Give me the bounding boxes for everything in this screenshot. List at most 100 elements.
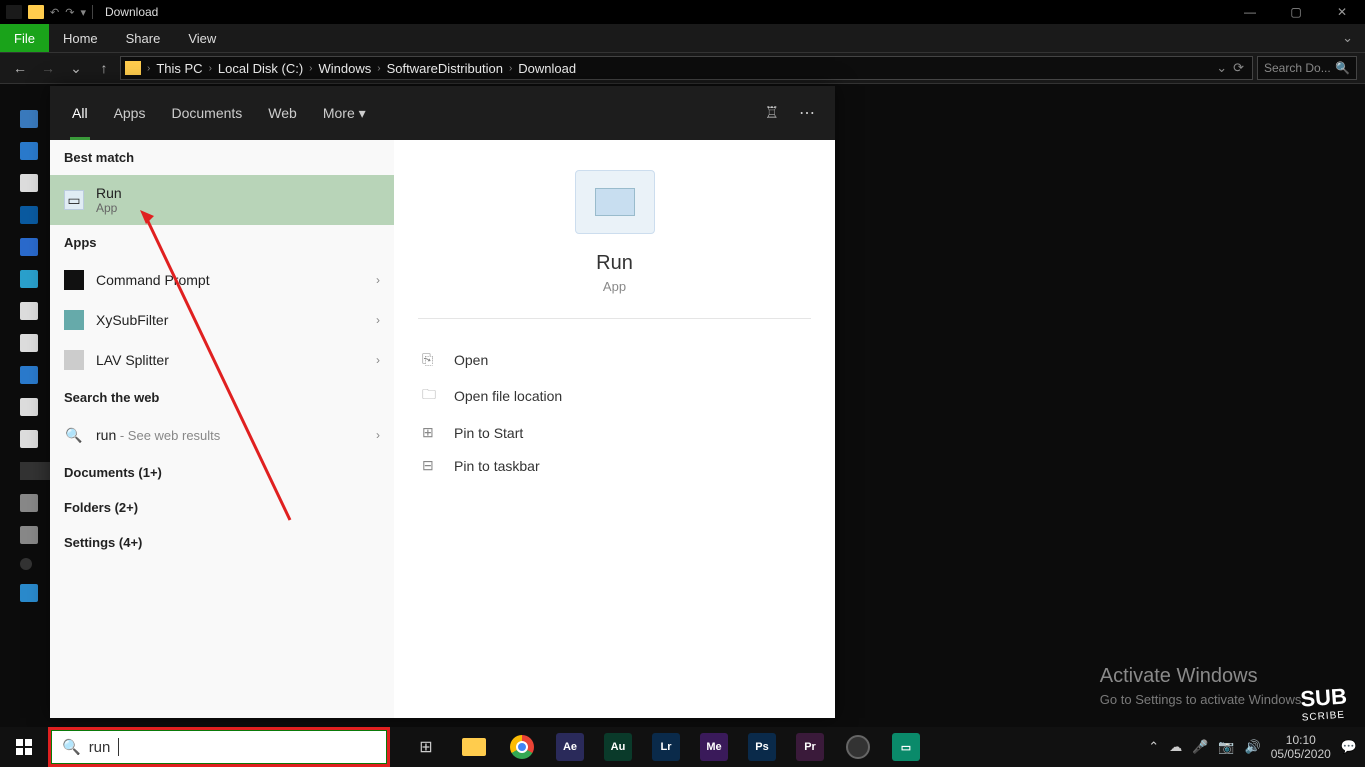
section-folders[interactable]: Folders (2+)	[50, 490, 394, 525]
app-icon	[64, 350, 84, 370]
section-documents[interactable]: Documents (1+)	[50, 455, 394, 490]
quick-access-icon[interactable]	[20, 110, 38, 128]
downloads-icon[interactable]	[20, 366, 38, 384]
result-run-app[interactable]: ▭ Run App	[50, 175, 394, 225]
breadcrumb[interactable]: Windows	[315, 61, 376, 76]
documents-icon[interactable]	[20, 334, 38, 352]
nav-forward-button[interactable]: →	[36, 60, 60, 76]
task-view-button[interactable]: ⊞	[402, 727, 450, 767]
breadcrumb[interactable]: This PC	[152, 61, 206, 76]
feedback-icon[interactable]: ♖	[765, 103, 779, 123]
undo-icon[interactable]: ↶	[50, 6, 59, 19]
documents-icon[interactable]	[20, 174, 38, 192]
notifications-icon[interactable]: 💬	[1341, 739, 1357, 755]
tray-time: 10:10	[1271, 733, 1331, 747]
action-pin-to-start[interactable]: ⊞Pin to Start	[418, 416, 811, 449]
refresh-icon[interactable]: ⟳	[1233, 60, 1244, 76]
subscribe-badge: SUB SCRIBE	[1299, 687, 1348, 725]
drive-icon[interactable]	[20, 526, 38, 544]
adobe-au-button[interactable]: Au	[594, 727, 642, 767]
selected-drive-row[interactable]	[20, 462, 50, 480]
start-button[interactable]	[0, 727, 48, 767]
tab-more[interactable]: More ▾	[321, 86, 368, 140]
tab-documents[interactable]: Documents	[169, 86, 244, 140]
adobe-lr-button[interactable]: Lr	[642, 727, 690, 767]
explorer-search-input[interactable]: Search Do... 🔍	[1257, 56, 1357, 80]
folder-icon	[125, 61, 141, 75]
chrome-button[interactable]	[498, 727, 546, 767]
app-button[interactable]: ▭	[882, 727, 930, 767]
cmd-icon	[64, 270, 84, 290]
action-open-file-location[interactable]: 🗀Open file location	[418, 376, 811, 416]
tray-chevron-up-icon[interactable]: ⌃	[1148, 739, 1159, 755]
disc-icon[interactable]	[20, 558, 32, 570]
file-explorer-button[interactable]	[450, 727, 498, 767]
cloud-icon[interactable]: ☁	[1169, 739, 1182, 755]
result-subtitle: App	[96, 201, 380, 215]
tab-all[interactable]: All	[70, 86, 90, 140]
nav-recent-icon[interactable]: ⌄	[64, 60, 88, 77]
tab-share[interactable]: Share	[112, 24, 175, 52]
adobe-pr-button[interactable]: Pr	[786, 727, 834, 767]
pictures-icon[interactable]	[20, 430, 38, 448]
mic-icon[interactable]: 🎤	[1192, 739, 1208, 755]
volume-icon[interactable]: 🔊	[1245, 739, 1261, 755]
result-command-prompt[interactable]: Command Prompt ›	[50, 260, 394, 300]
redo-icon[interactable]: ↷	[65, 6, 74, 19]
more-options-icon[interactable]: ⋯	[799, 103, 815, 123]
tab-web[interactable]: Web	[266, 86, 299, 140]
downloads-icon[interactable]	[20, 142, 38, 160]
taskbar: 🔍 run ⊞ Ae Au Lr Me Ps Pr ▭ ⌃ ☁ 🎤 📷 🔊 10…	[0, 727, 1365, 767]
drive-icon[interactable]	[20, 494, 38, 512]
action-open[interactable]: ⎘Open	[418, 343, 811, 376]
taskbar-search-input[interactable]: 🔍 run	[51, 730, 387, 764]
adobe-ps-button[interactable]: Ps	[738, 727, 786, 767]
maximize-button[interactable]: ▢	[1273, 0, 1319, 24]
result-lav-splitter[interactable]: LAV Splitter ›	[50, 340, 394, 380]
result-xysubfilter[interactable]: XySubFilter ›	[50, 300, 394, 340]
result-web-search[interactable]: 🔍 run - See web results ›	[50, 415, 394, 455]
back-folder-icon[interactable]	[6, 5, 22, 19]
separator	[92, 5, 93, 19]
dropdown-icon[interactable]: ⌄	[1216, 60, 1227, 76]
nav-back-button[interactable]: ←	[8, 60, 32, 76]
adobe-me-button[interactable]: Me	[690, 727, 738, 767]
nav-up-button[interactable]: ↑	[92, 60, 116, 76]
breadcrumb[interactable]: Local Disk (C:)	[214, 61, 307, 76]
network-icon[interactable]	[20, 584, 38, 602]
close-button[interactable]: ✕	[1319, 0, 1365, 24]
breadcrumb[interactable]: SoftwareDistribution	[383, 61, 507, 76]
this-pc-icon[interactable]	[20, 238, 38, 256]
breadcrumb[interactable]: Download	[514, 61, 580, 76]
chevron-right-icon: ›	[145, 63, 152, 74]
3d-objects-icon[interactable]	[20, 270, 38, 288]
tray-date: 05/05/2020	[1271, 747, 1331, 761]
tab-apps[interactable]: Apps	[112, 86, 148, 140]
folder-icon[interactable]	[28, 5, 44, 19]
search-icon: 🔍	[1335, 61, 1350, 75]
taskbar-search-highlight: 🔍 run	[48, 727, 390, 767]
obs-button[interactable]	[834, 727, 882, 767]
ribbon-expand-icon[interactable]: ⌄	[1330, 30, 1365, 46]
chevron-right-icon: ›	[307, 63, 314, 74]
music-icon[interactable]	[20, 398, 38, 416]
address-bar[interactable]: › This PC › Local Disk (C:) › Windows › …	[120, 56, 1253, 80]
minimize-button[interactable]: —	[1227, 0, 1273, 24]
camera-icon[interactable]: 📷	[1218, 739, 1234, 755]
action-label: Pin to taskbar	[454, 458, 540, 474]
dropdown-icon[interactable]: ▾	[80, 6, 86, 19]
desktop-icon[interactable]	[20, 302, 38, 320]
tab-file[interactable]: File	[0, 24, 49, 52]
section-settings[interactable]: Settings (4+)	[50, 525, 394, 560]
tab-home[interactable]: Home	[49, 24, 112, 52]
tab-view[interactable]: View	[174, 24, 230, 52]
clock[interactable]: 10:10 05/05/2020	[1271, 733, 1331, 762]
run-app-icon	[575, 170, 655, 234]
windows-logo-icon	[16, 739, 32, 755]
onedrive-icon[interactable]	[20, 206, 38, 224]
ribbon-tabs: File Home Share View ⌄	[0, 24, 1365, 52]
action-pin-to-taskbar[interactable]: ⊟Pin to taskbar	[418, 449, 811, 482]
chevron-right-icon: ›	[376, 313, 380, 327]
adobe-ae-button[interactable]: Ae	[546, 727, 594, 767]
section-best-match: Best match	[50, 140, 394, 175]
